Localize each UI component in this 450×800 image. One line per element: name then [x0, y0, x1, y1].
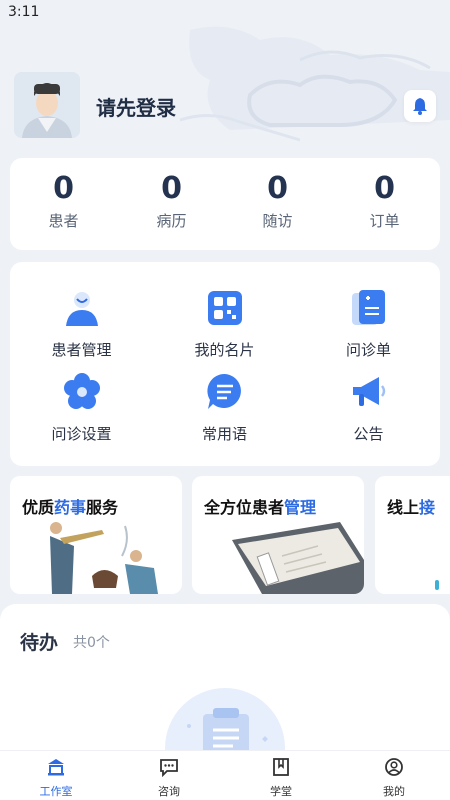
tab-academy[interactable]: 学堂 — [225, 757, 337, 799]
patient-icon — [65, 292, 98, 326]
bell-icon — [413, 98, 427, 115]
menu-label: 我的名片 — [194, 341, 255, 359]
stat-records[interactable]: 0 病历 — [118, 172, 225, 231]
stat-patients[interactable]: 0 患者 — [10, 172, 117, 231]
banner-patient-management[interactable]: 全方位患者管理 — [192, 476, 364, 594]
status-time: 3:11 — [8, 4, 40, 20]
banner-title-highlight: 接 — [419, 498, 436, 517]
stat-orders[interactable]: 0 订单 — [331, 172, 438, 231]
banner-title-highlight: 药事 — [54, 498, 87, 517]
qr-card-icon — [207, 291, 242, 325]
banner-pharmacy-service[interactable]: 优质药事服务 — [10, 476, 182, 594]
empty-clipboard-illustration — [165, 688, 285, 754]
menu-label: 常用语 — [201, 425, 247, 443]
doctor-avatar-icon — [14, 72, 80, 138]
message-icon — [160, 759, 178, 778]
menu-label: 患者管理 — [51, 341, 112, 359]
menu-my-card[interactable]: 我的名片 — [153, 288, 296, 360]
medical-book-illustration — [232, 522, 364, 594]
stat-followups[interactable]: 0 随访 — [224, 172, 331, 231]
menu-announcement[interactable]: 公告 — [297, 372, 440, 444]
menu-label: 公告 — [353, 425, 384, 443]
stat-value: 0 — [374, 171, 395, 206]
chat-phrase-icon — [206, 373, 241, 409]
menu-consult-settings[interactable]: 问诊设置 — [10, 372, 153, 444]
stat-value: 0 — [267, 171, 288, 206]
avatar[interactable] — [14, 72, 80, 138]
banner-title-highlight: 管理 — [284, 498, 317, 517]
profile-icon — [385, 758, 403, 776]
banner-online-service[interactable]: 线上接 — [375, 476, 450, 594]
menu-consult-form[interactable]: 问诊单 — [297, 288, 440, 360]
stats-card: 0 患者 0 病历 0 随访 0 订单 — [10, 158, 440, 250]
stat-label: 病历 — [156, 212, 187, 230]
banner-title: 全方位患者管理 — [204, 494, 316, 518]
todo-title: 待办 — [20, 632, 59, 654]
banner-title-prefix: 线上 — [387, 498, 420, 517]
login-prompt[interactable]: 请先登录 — [96, 92, 176, 121]
stat-value: 0 — [53, 171, 74, 206]
banner-accent-shape — [435, 580, 439, 590]
settings-flower-icon — [63, 373, 100, 409]
bottom-tab-bar: 工作室 咨询 学堂 我的 — [0, 750, 450, 800]
tab-mine[interactable]: 我的 — [338, 757, 450, 799]
banner-title-suffix: 服务 — [86, 498, 119, 517]
todo-section: 待办 共0个 — [0, 604, 450, 754]
stat-label: 订单 — [369, 212, 400, 230]
function-menu-card: 患者管理 我的名片 问诊单 问诊设置 常用语 公告 — [10, 262, 440, 466]
menu-label: 问诊设置 — [51, 425, 112, 443]
banner-title-prefix: 优质 — [22, 498, 55, 517]
banner-title: 线上接 — [387, 494, 435, 518]
stat-label: 随访 — [262, 212, 293, 230]
tab-consult[interactable]: 咨询 — [113, 757, 225, 799]
tab-label: 学堂 — [270, 785, 292, 798]
banner-title: 优质药事服务 — [22, 494, 118, 518]
consult-form-icon — [351, 290, 385, 325]
megaphone-icon — [352, 377, 385, 406]
herbal-doctors-illustration — [50, 522, 158, 594]
menu-label: 问诊单 — [345, 341, 391, 359]
tab-label: 咨询 — [158, 785, 180, 798]
stat-label: 患者 — [48, 212, 79, 230]
menu-patient-management[interactable]: 患者管理 — [10, 288, 153, 360]
tab-studio[interactable]: 工作室 — [0, 757, 112, 799]
tab-label: 工作室 — [39, 785, 73, 798]
stat-value: 0 — [161, 171, 182, 206]
bookmark-icon — [273, 758, 289, 776]
menu-common-phrases[interactable]: 常用语 — [153, 372, 296, 444]
status-bar: 3:11 — [0, 0, 450, 26]
todo-count: 共0个 — [73, 635, 110, 651]
notification-button[interactable] — [404, 90, 436, 122]
banner-title-prefix: 全方位患者 — [204, 498, 285, 517]
tab-label: 我的 — [383, 785, 405, 798]
studio-icon — [48, 759, 64, 776]
